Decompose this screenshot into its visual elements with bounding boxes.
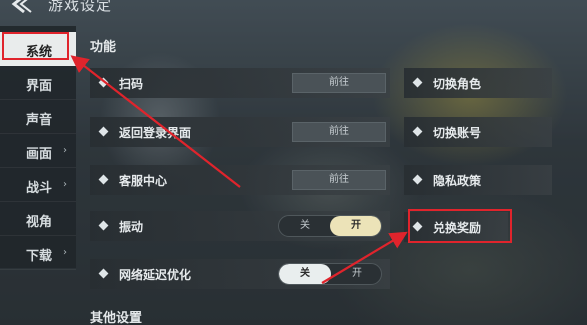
vibration-on-option[interactable]: 开 xyxy=(330,216,381,236)
return-login-goto-button[interactable]: 前往 xyxy=(292,122,386,142)
vibration-off-option[interactable]: 关 xyxy=(279,216,331,236)
diamond-bullet-icon xyxy=(98,126,109,137)
setting-label: 返回登录界面 xyxy=(119,126,192,140)
setting-label: 隐私政策 xyxy=(433,174,482,188)
setting-label: 振动 xyxy=(119,220,144,234)
setting-row-network-optimization: 网络延迟优化 关 开 xyxy=(90,259,390,289)
diamond-bullet-icon xyxy=(98,174,109,185)
scan-goto-button[interactable]: 前往 xyxy=(292,73,386,93)
diamond-bullet-icon xyxy=(412,126,423,137)
diamond-bullet-icon xyxy=(412,174,423,185)
switch-account-button[interactable]: 切换账号 xyxy=(404,117,552,147)
setting-label: 网络延迟优化 xyxy=(119,268,192,282)
diamond-bullet-icon xyxy=(98,220,109,231)
chevron-right-icon: › xyxy=(63,179,67,190)
sidebar-item-label: 界面 xyxy=(26,79,53,94)
annotation-highlight-redeem xyxy=(408,209,512,243)
sidebar-item-label: 视角 xyxy=(26,215,53,230)
setting-row-return-login: 返回登录界面 前往 xyxy=(90,117,390,147)
sidebar-item-graphics[interactable]: 画面 › xyxy=(0,134,76,168)
sidebar-item-label: 下载 xyxy=(26,249,53,264)
switch-role-button[interactable]: 切换角色 xyxy=(404,68,552,98)
diamond-bullet-icon xyxy=(412,77,423,88)
sidebar-item-label: 声音 xyxy=(26,113,53,128)
network-off-option[interactable]: 关 xyxy=(279,264,331,284)
setting-row-scan: 扫码 前往 xyxy=(90,68,390,98)
sidebar-item-combat[interactable]: 战斗 › xyxy=(0,168,76,202)
section-title-function: 功能 xyxy=(90,40,117,55)
sidebar-item-label: 战斗 xyxy=(26,181,53,196)
setting-label: 切换角色 xyxy=(433,77,482,91)
setting-row-customer-service: 客服中心 前往 xyxy=(90,165,390,195)
sidebar-item-camera[interactable]: 视角 xyxy=(0,202,76,236)
privacy-policy-button[interactable]: 隐私政策 xyxy=(404,165,552,195)
header-bar: 游戏设定 xyxy=(0,0,587,22)
chevron-right-icon: › xyxy=(63,145,67,156)
setting-row-vibration: 振动 关 开 xyxy=(90,211,390,241)
page-title: 游戏设定 xyxy=(48,0,113,14)
customer-service-goto-button[interactable]: 前往 xyxy=(292,170,386,190)
settings-sidebar: 系统 界面 声音 画面 › 战斗 › 视角 下载 › xyxy=(0,26,76,270)
diamond-bullet-icon xyxy=(98,77,109,88)
diamond-bullet-icon xyxy=(98,268,109,279)
sidebar-item-interface[interactable]: 界面 xyxy=(0,66,76,100)
setting-label: 切换账号 xyxy=(433,126,482,140)
setting-label: 客服中心 xyxy=(119,174,168,188)
network-optimization-toggle[interactable]: 关 开 xyxy=(278,263,382,285)
back-arrow-icon[interactable] xyxy=(8,0,34,14)
annotation-highlight-system xyxy=(2,32,69,60)
sidebar-item-sound[interactable]: 声音 xyxy=(0,100,76,134)
sidebar-item-download[interactable]: 下载 › xyxy=(0,236,76,270)
sidebar-item-label: 画面 xyxy=(26,147,53,162)
setting-label: 扫码 xyxy=(119,77,144,91)
network-on-option[interactable]: 开 xyxy=(331,264,381,284)
chevron-right-icon: › xyxy=(63,247,67,258)
vibration-toggle[interactable]: 关 开 xyxy=(278,215,382,237)
section-title-other-settings: 其他设置 xyxy=(90,311,143,325)
